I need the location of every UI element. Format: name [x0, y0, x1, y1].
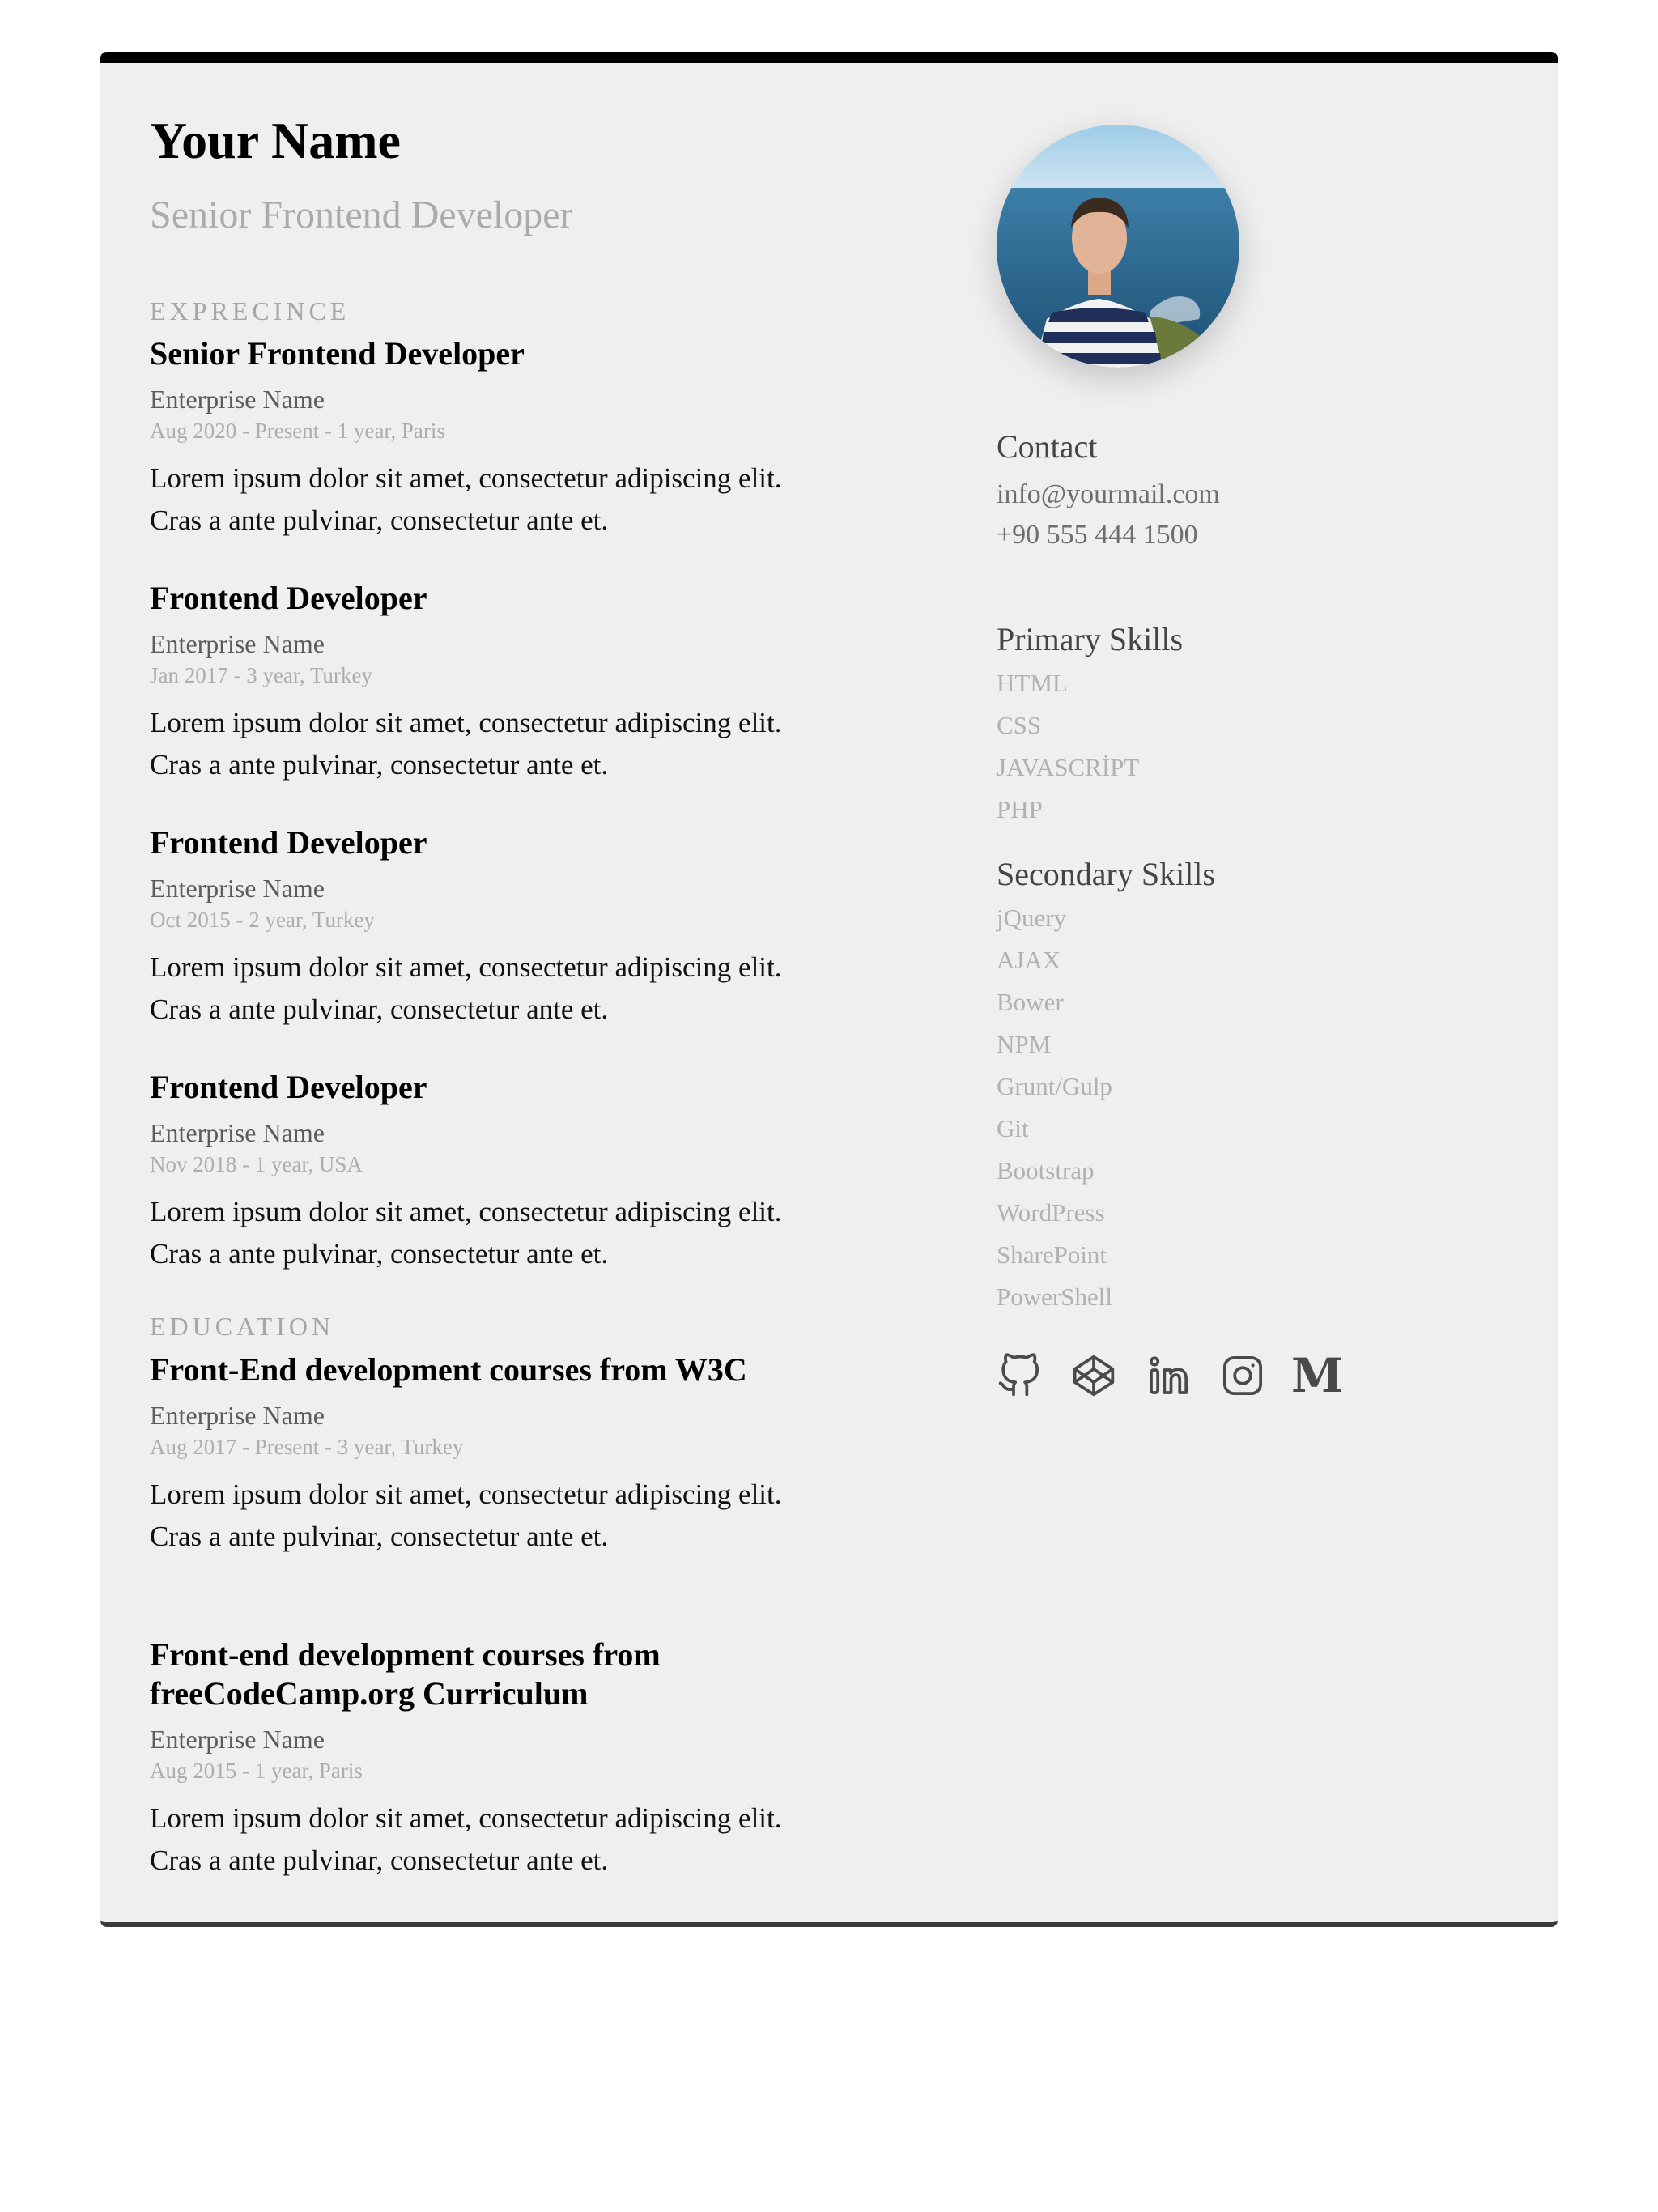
job-title: Senior Frontend Developer: [150, 194, 573, 236]
education-school: Enterprise Name: [150, 1401, 325, 1430]
skill-item: Bower: [997, 988, 1064, 1016]
skill-item: jQuery: [997, 904, 1067, 932]
codepen-icon[interactable]: [1071, 1351, 1116, 1401]
experience-description: Lorem ipsum dolor sit amet, consectetur …: [150, 1191, 959, 1275]
description-line: Cras a ante pulvinar, consectetur ante e…: [150, 1844, 609, 1876]
resume-card: Your Name Senior Frontend Developer EXPR…: [100, 52, 1558, 1927]
skill-item: AJAX: [997, 946, 1061, 974]
experience-period: Oct 2015 - 2 year, Turkey: [150, 908, 375, 932]
contact-heading: Contact: [997, 428, 1098, 465]
description-line: Lorem ipsum dolor sit amet, consectetur …: [150, 1196, 782, 1227]
skill-item: WordPress: [997, 1198, 1105, 1227]
experience-role: Frontend Developer: [150, 1069, 427, 1105]
skill-item: SharePoint: [997, 1240, 1107, 1269]
education-description: Lorem ipsum dolor sit amet, consectetur …: [150, 1797, 959, 1882]
description-line: Lorem ipsum dolor sit amet, consectetur …: [150, 1478, 782, 1510]
education-course: Front-End development courses from W3C: [150, 1351, 747, 1388]
github-icon[interactable]: [997, 1351, 1042, 1401]
secondary-skills-heading: Secondary Skills: [997, 856, 1215, 892]
experience-entry: Frontend Developer Enterprise Name Jan 2…: [150, 579, 959, 786]
education-entry: Front-End development courses from W3C E…: [150, 1351, 959, 1558]
medium-glyph: M: [1290, 1348, 1344, 1403]
skill-item: PHP: [997, 795, 1043, 823]
description-line: Cras a ante pulvinar, consectetur ante e…: [150, 504, 609, 536]
skill-item: HTML: [997, 669, 1068, 697]
portrait-illustration: [997, 125, 1239, 368]
education-description: Lorem ipsum dolor sit amet, consectetur …: [150, 1474, 959, 1558]
experience-section-label: EXPRECINCE: [150, 296, 351, 325]
description-line: Lorem ipsum dolor sit amet, consectetur …: [150, 951, 782, 983]
experience-company: Enterprise Name: [150, 385, 325, 414]
description-line: Lorem ipsum dolor sit amet, consectetur …: [150, 462, 782, 494]
description-line: Cras a ante pulvinar, consectetur ante e…: [150, 1238, 609, 1270]
instagram-icon[interactable]: [1220, 1351, 1265, 1401]
education-school: Enterprise Name: [150, 1725, 325, 1754]
education-entry: Front-end development courses from freeC…: [150, 1636, 959, 1882]
education-period: Aug 2015 - 1 year, Paris: [150, 1759, 363, 1783]
description-line: Cras a ante pulvinar, consectetur ante e…: [150, 993, 609, 1025]
description-line: Cras a ante pulvinar, consectetur ante e…: [150, 1521, 609, 1552]
profile-photo: [997, 125, 1239, 368]
skill-item: Git: [997, 1114, 1029, 1142]
experience-role: Frontend Developer: [150, 824, 427, 861]
experience-entry: Senior Frontend Developer Enterprise Nam…: [150, 334, 959, 542]
skill-item: NPM: [997, 1030, 1052, 1058]
experience-description: Lorem ipsum dolor sit amet, consectetur …: [150, 946, 959, 1031]
skill-item: JAVASCRİPT: [997, 753, 1140, 781]
skill-item: Grunt/Gulp: [997, 1072, 1112, 1100]
experience-description: Lorem ipsum dolor sit amet, consectetur …: [150, 457, 959, 542]
experience-period: Nov 2018 - 1 year, USA: [150, 1152, 363, 1176]
secondary-skills-list: jQuery AJAX Bower NPM Grunt/Gulp Git Boo…: [997, 897, 1112, 1318]
experience-entry: Frontend Developer Enterprise Name Nov 2…: [150, 1068, 959, 1275]
social-links: M: [997, 1351, 1343, 1401]
phone-number: +90 555 444 1500: [997, 520, 1198, 550]
experience-period: Aug 2020 - Present - 1 year, Paris: [150, 419, 445, 443]
education-period: Aug 2017 - Present - 3 year, Turkey: [150, 1435, 464, 1459]
skill-item: Bootstrap: [997, 1156, 1095, 1185]
primary-skills-heading: Primary Skills: [997, 621, 1184, 657]
skill-item: PowerShell: [997, 1283, 1112, 1311]
experience-company: Enterprise Name: [150, 1118, 325, 1147]
skill-item: CSS: [997, 711, 1042, 739]
experience-role: Frontend Developer: [150, 580, 427, 616]
experience-description: Lorem ipsum dolor sit amet, consectetur …: [150, 702, 959, 786]
email-link[interactable]: info@yourmail.com: [997, 481, 1220, 508]
course-title-line: Front-end development courses from: [150, 1636, 661, 1673]
education-course: Front-end development courses from freeC…: [150, 1636, 959, 1713]
person-name: Your Name: [150, 112, 401, 169]
experience-company: Enterprise Name: [150, 874, 325, 903]
course-title-line: freeCodeCamp.org Curriculum: [150, 1675, 589, 1712]
description-line: Cras a ante pulvinar, consectetur ante e…: [150, 749, 609, 781]
experience-role: Senior Frontend Developer: [150, 335, 525, 372]
description-line: Lorem ipsum dolor sit amet, consectetur …: [150, 1802, 782, 1834]
education-section-label: EDUCATION: [150, 1312, 335, 1341]
experience-entry: Frontend Developer Enterprise Name Oct 2…: [150, 823, 959, 1031]
experience-company: Enterprise Name: [150, 629, 325, 658]
description-line: Lorem ipsum dolor sit amet, consectetur …: [150, 707, 782, 738]
linkedin-icon[interactable]: [1146, 1351, 1191, 1401]
medium-icon[interactable]: M: [1291, 1351, 1343, 1401]
experience-period: Jan 2017 - 3 year, Turkey: [150, 663, 372, 687]
primary-skills-list: HTML CSS JAVASCRİPT PHP: [997, 662, 1139, 831]
